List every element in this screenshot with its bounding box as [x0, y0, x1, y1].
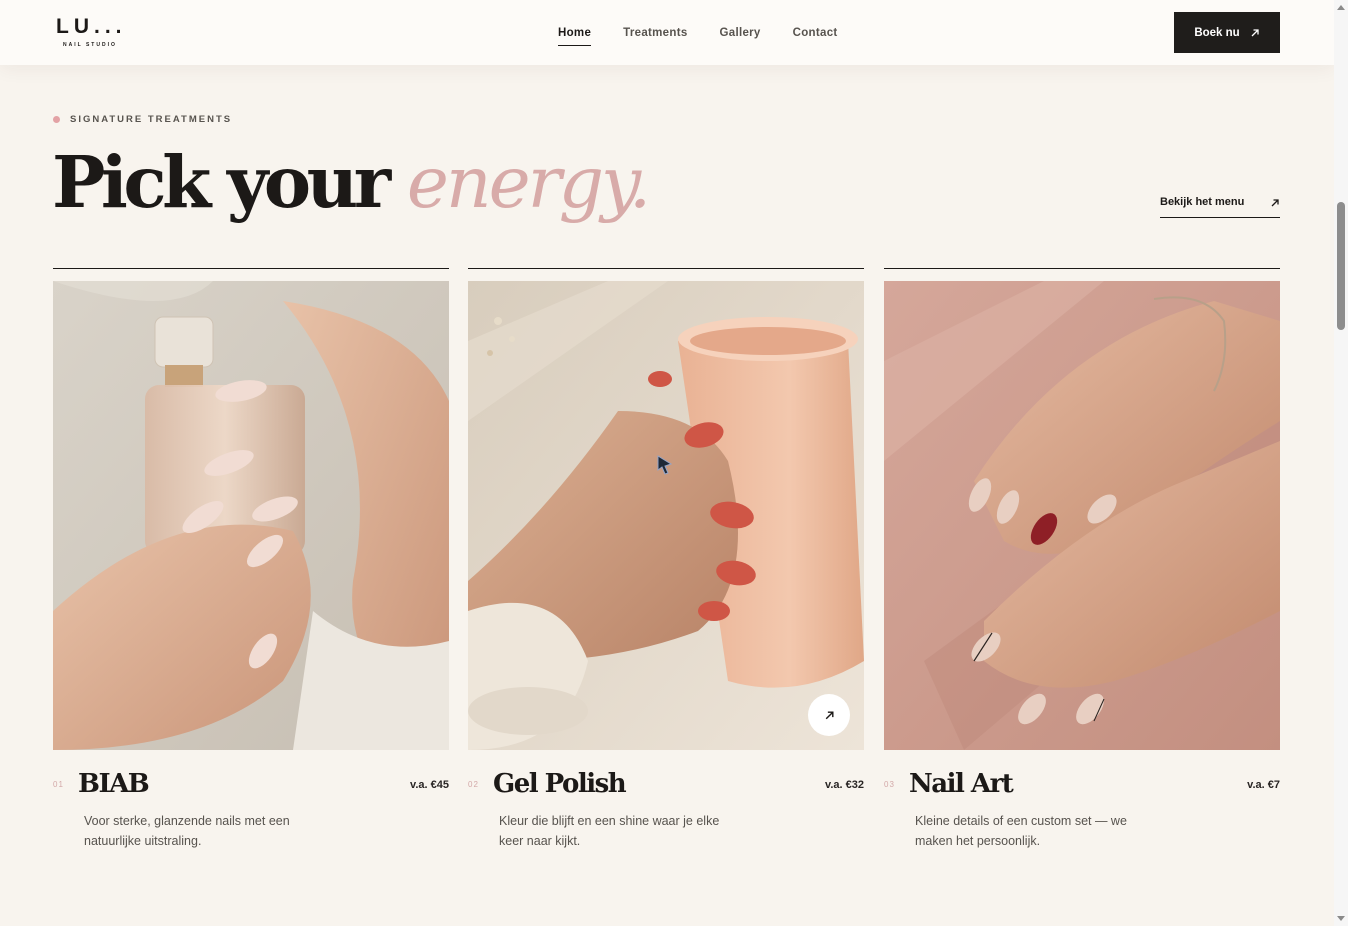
card-number: 01 — [53, 780, 64, 789]
main-nav: Home Treatments Gallery Contact — [558, 26, 838, 46]
card-divider — [468, 268, 864, 269]
book-now-label: Boek nu — [1194, 26, 1240, 39]
nav-gallery[interactable]: Gallery — [720, 26, 761, 40]
page-scrollbar[interactable] — [1334, 0, 1348, 926]
headline-plain: Pick your — [52, 140, 391, 224]
view-menu-link[interactable]: Bekijk het menu — [1160, 196, 1280, 218]
logo[interactable]: LU... NAIL STUDIO — [56, 15, 127, 48]
open-treatment-button[interactable] — [808, 694, 850, 736]
hand-with-mug-illustration — [468, 281, 864, 750]
card-price: v.a. €32 — [825, 779, 864, 791]
nav-home[interactable]: Home — [558, 26, 592, 46]
card-price: v.a. €45 — [410, 779, 449, 791]
hands-with-nail-art-illustration — [884, 281, 1280, 750]
book-now-button[interactable]: Boek nu — [1174, 12, 1280, 53]
view-menu-label: Bekijk het menu — [1160, 196, 1245, 208]
nav-treatments[interactable]: Treatments — [623, 26, 687, 40]
logo-subtitle: NAIL STUDIO — [63, 42, 117, 48]
arrow-up-right-icon — [1251, 28, 1259, 36]
card-title[interactable]: Gel Polish — [493, 769, 627, 799]
site-header: LU... NAIL STUDIO Home Treatments Galler… — [0, 0, 1334, 65]
section-headline: Pick your energy. — [52, 136, 651, 229]
card-image-nail-art-hands[interactable] — [884, 281, 1280, 750]
card-number: 02 — [468, 780, 479, 789]
scroll-thumb[interactable] — [1337, 202, 1345, 330]
card-price: v.a. €7 — [1247, 779, 1280, 791]
headline-accent: energy. — [406, 141, 651, 224]
treatment-card-nail-art[interactable]: 03 Nail Art v.a. €7 Kleine details of ee… — [884, 268, 1280, 848]
eyebrow-dot — [53, 116, 60, 123]
treatment-card-biab[interactable]: 01 BIAB v.a. €45 Voor sterke, glanzende … — [53, 268, 449, 848]
card-image-perfume-hands[interactable] — [53, 281, 449, 750]
arrow-up-right-icon — [1271, 199, 1279, 207]
card-divider — [884, 268, 1280, 269]
arrow-up-right-icon — [825, 710, 834, 719]
eyebrow-text: SIGNATURE TREATMENTS — [70, 114, 233, 125]
hands-with-perfume-illustration — [53, 281, 449, 750]
card-divider — [53, 268, 449, 269]
scroll-down-arrow[interactable] — [1337, 916, 1345, 921]
section-eyebrow: SIGNATURE TREATMENTS — [53, 114, 232, 125]
card-title[interactable]: Nail Art — [909, 769, 1014, 799]
card-number: 03 — [884, 780, 895, 789]
nav-contact[interactable]: Contact — [793, 26, 838, 40]
scroll-up-arrow[interactable] — [1337, 5, 1345, 10]
logo-wordmark: LU... — [56, 15, 127, 38]
treatment-card-gel-polish[interactable]: 02 Gel Polish v.a. €32 Kleur die blijft … — [468, 268, 864, 848]
card-description: Voor sterke, glanzende nails met een nat… — [84, 814, 290, 848]
card-title[interactable]: BIAB — [78, 769, 150, 799]
card-image-mug-hand[interactable] — [468, 281, 864, 750]
card-description: Kleur die blijft en een shine waar je el… — [499, 814, 720, 848]
card-description: Kleine details of een custom set — we ma… — [915, 814, 1127, 848]
